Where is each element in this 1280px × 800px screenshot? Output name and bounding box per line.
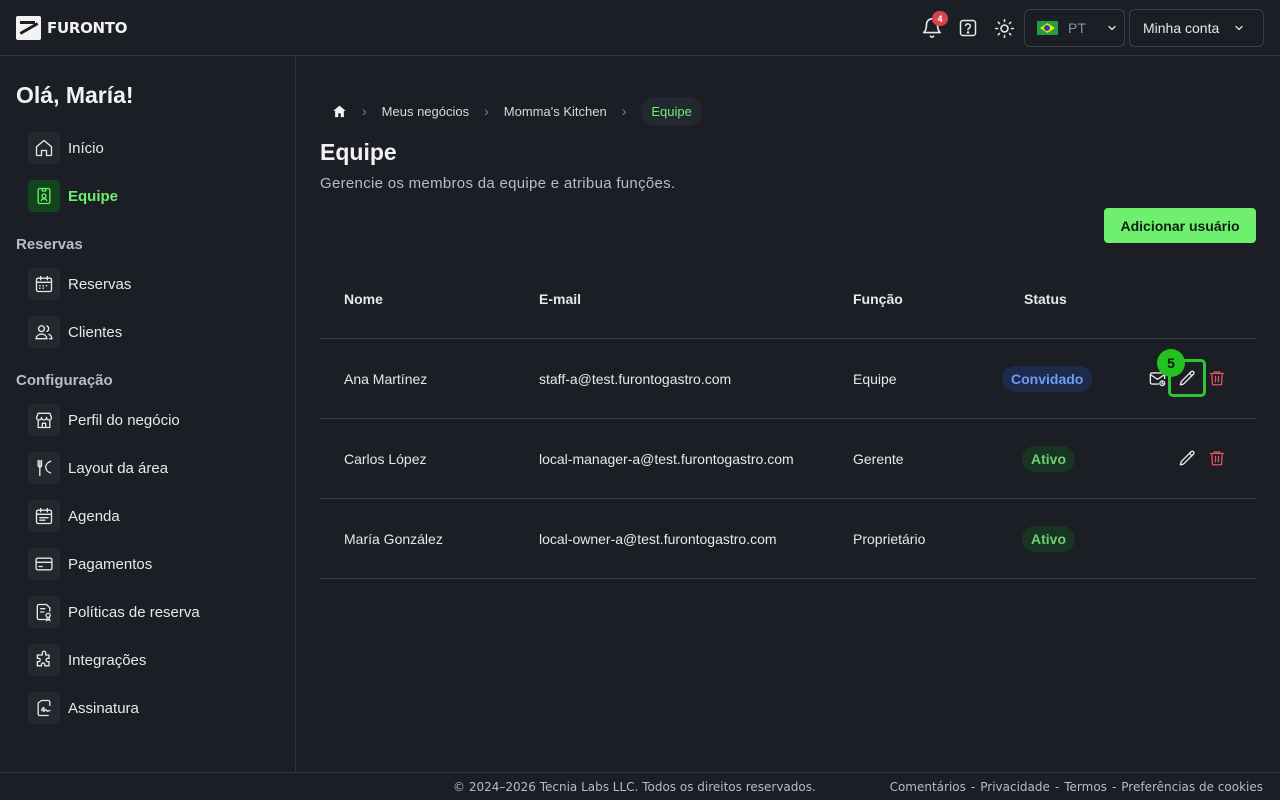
member-email: staff-a@test.furontogastro.com [539,371,732,387]
sidebar-item-clientes[interactable]: Clientes [28,316,122,348]
sidebar-item-label: Equipe [68,187,119,205]
member-role: Gerente [853,451,904,467]
sidebar-item-agenda[interactable]: Agenda [28,500,120,532]
account-label: Minha conta [1143,20,1220,36]
status-badge: Convidado [1002,366,1093,392]
breadcrumb-home-icon[interactable] [332,104,347,119]
member-role: Equipe [853,371,897,387]
greeting: Olá, María! [16,82,134,108]
sidebar-item-label: Início [68,139,104,157]
signature-icon [28,692,60,724]
sidebar-item-politicas-de-reserva[interactable]: Políticas de reserva [28,596,200,628]
breadcrumb-current: Equipe [641,96,702,126]
delete-trash-icon[interactable] [1206,367,1228,389]
sidebar: Olá, María! Início Equipe Reservas Reser… [0,56,296,772]
footer: © 2024–2026 Tecnia Labs LLC. Todos os di… [0,772,1280,800]
add-user-button[interactable]: Adicionar usuário [1104,208,1256,243]
status-badge: Ativo [1022,446,1075,472]
member-email: local-manager-a@test.furontogastro.com [539,451,794,467]
sidebar-item-label: Clientes [68,323,123,341]
table-row: Ana Martínez staff-a@test.furontogastro.… [320,339,1256,419]
chevron-down-icon [1235,25,1243,31]
delete-trash-icon[interactable] [1206,447,1228,469]
store-icon [28,404,60,436]
sidebar-item-label: Pagamentos [68,555,153,573]
copyright-text: © 2024–2026 Tecnia Labs LLC. Todos os di… [453,780,816,794]
brazil-flag-icon [1037,21,1058,35]
users-icon [28,316,60,348]
member-name: María González [344,531,443,547]
column-header-email: E-mail [539,291,582,307]
footer-separator: - [1054,780,1060,794]
member-role: Proprietário [853,531,926,547]
chevron-right-icon: › [362,103,367,119]
status-badge: Ativo [1022,526,1075,552]
member-email: local-owner-a@test.furontogastro.com [539,531,777,547]
top-bar: FURONTO 4 PT Minha conta [0,0,1280,56]
sidebar-item-assinatura[interactable]: Assinatura [28,692,139,724]
breadcrumb-mommas-kitchen[interactable]: Momma's Kitchen [504,104,607,119]
sidebar-item-label: Reservas [68,275,132,293]
member-name: Ana Martínez [344,371,428,387]
footer-links: Comentários - Privacidade - Termos - Pre… [890,780,1263,794]
account-menu-button[interactable]: Minha conta [1129,9,1264,47]
language-selector[interactable]: PT [1024,9,1125,47]
table-header: Nome E-mail Função Status [320,259,1256,339]
sidebar-item-label: Agenda [68,507,120,525]
column-header-name: Nome [344,291,383,307]
sidebar-item-integracoes[interactable]: Integrações [28,644,146,676]
sidebar-item-label: Políticas de reserva [68,603,200,621]
sidebar-item-equipe[interactable]: Equipe [28,180,118,212]
calendar-icon [28,268,60,300]
breadcrumb-meus-negocios[interactable]: Meus negócios [382,104,469,119]
sidebar-item-label: Perfil do negócio [68,411,180,429]
sidebar-item-perfil-do-negocio[interactable]: Perfil do negócio [28,404,180,436]
calendar-list-icon [28,500,60,532]
column-header-status: Status [1024,291,1067,307]
sidebar-item-pagamentos[interactable]: Pagamentos [28,548,152,580]
footer-link-cookies[interactable]: Preferências de cookies [1121,780,1263,794]
sidebar-item-label: Integrações [68,651,147,669]
brand-name: FURONTO [47,19,128,37]
utensils-icon [28,452,60,484]
footer-link-comentarios[interactable]: Comentários [890,780,966,794]
member-name: Carlos López [344,451,427,467]
brand-logo[interactable]: FURONTO [16,16,127,40]
footer-link-termos[interactable]: Termos [1064,780,1107,794]
notifications-count-badge: 4 [932,11,948,26]
policy-icon [28,596,60,628]
section-title-configuracao: Configuração [16,372,113,389]
sidebar-item-label: Assinatura [68,699,139,717]
sidebar-item-layout-da-area[interactable]: Layout da área [28,452,168,484]
chevron-down-icon [1108,25,1116,31]
edit-icon[interactable] [1176,447,1198,469]
home-icon [28,132,60,164]
section-title-reservas: Reservas [16,236,83,253]
footer-separator: - [970,780,976,794]
breadcrumb: › Meus negócios › Momma's Kitchen › Equi… [320,96,702,126]
page-title: Equipe [320,139,397,165]
footer-link-privacidade[interactable]: Privacidade [980,780,1050,794]
badge-icon [28,180,60,212]
column-header-role: Função [853,291,903,307]
chevron-right-icon: › [484,103,489,119]
logo-mark-icon [16,16,41,40]
footer-separator: - [1111,780,1117,794]
sidebar-item-label: Layout da área [68,459,169,477]
chevron-right-icon: › [621,103,627,119]
sidebar-item-reservas[interactable]: Reservas [28,268,131,300]
step-marker-badge: 5 [1157,349,1185,377]
puzzle-icon [28,644,60,676]
help-icon[interactable] [956,16,980,40]
table-row: María González local-owner-a@test.furont… [320,499,1256,579]
table-row: Carlos López local-manager-a@test.furont… [320,419,1256,499]
page-subtitle: Gerencie os membros da equipe e atribua … [320,175,676,192]
sidebar-item-inicio[interactable]: Início [28,132,104,164]
theme-toggle-sun-icon[interactable] [992,16,1016,40]
language-code: PT [1068,20,1086,36]
credit-card-icon [28,548,60,580]
